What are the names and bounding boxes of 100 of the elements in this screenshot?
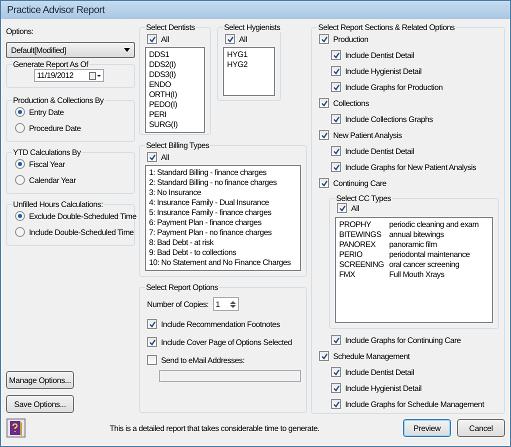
group-title: Production & Collections By — [12, 96, 105, 105]
list-item[interactable]: HYG1 — [227, 50, 271, 60]
checkbox[interactable] — [337, 203, 348, 213]
list-item[interactable]: 6: Payment Plan - finance charges — [149, 218, 298, 228]
checkbox[interactable] — [147, 152, 157, 162]
checkbox-label: Include Hygienist Detail — [345, 66, 422, 76]
cc-description: annual bitewings — [389, 230, 445, 240]
dialog-button[interactable]: Cancel — [457, 419, 505, 437]
radio-label: Entry Date — [29, 108, 64, 116]
list-item[interactable]: 5: Insurance Family - finance charges — [149, 208, 298, 218]
group-title: Select Billing Types — [145, 141, 210, 150]
list-item[interactable]: PERI — [149, 110, 201, 120]
list-item[interactable]: 3: No Insurance — [149, 188, 298, 198]
radio-label: Include Double-Scheduled Time — [29, 228, 134, 236]
cc-code[interactable]: FMX — [339, 270, 390, 280]
checkbox-label: All — [239, 34, 247, 44]
copies-spinner[interactable]: 1 — [212, 297, 239, 311]
checkbox[interactable] — [331, 50, 342, 60]
list-item[interactable]: 10: No Statement and No Finance Charges — [149, 258, 298, 268]
checkbox[interactable] — [331, 82, 342, 92]
dialog-button[interactable]: Preview — [403, 419, 451, 437]
group-title: Select Hygienists — [223, 23, 282, 32]
radio-label: Calendar Year — [29, 176, 76, 184]
checkbox[interactable] — [331, 383, 342, 393]
checkbox[interactable] — [319, 130, 330, 140]
email-field[interactable] — [159, 370, 302, 382]
dialog-button[interactable]: Save Options... — [6, 395, 74, 413]
cc-code[interactable]: BITEWINGS — [339, 230, 390, 240]
checkbox[interactable] — [331, 146, 342, 156]
checkbox[interactable] — [331, 335, 342, 345]
checkbox[interactable] — [319, 351, 330, 361]
help-book-icon[interactable] — [6, 418, 26, 438]
checkbox[interactable] — [225, 34, 235, 44]
group-title: Select CC Types — [335, 194, 392, 203]
checkbox[interactable] — [331, 162, 342, 172]
radio-button[interactable] — [15, 107, 25, 117]
cc-description: oral cancer screening — [389, 260, 460, 270]
checkbox-label: All — [161, 152, 169, 162]
group-title: Unfilled Hours Calculations: — [12, 200, 104, 209]
list-item[interactable]: 8: Bad Debt - at risk — [149, 238, 298, 248]
radio-label: Fiscal Year — [29, 160, 65, 168]
options-dropdown[interactable]: Default[Modified] — [6, 42, 135, 58]
group-title: Generate Report As Of — [12, 60, 90, 69]
list-item[interactable]: 7: Payment Plan - no finance charges — [149, 228, 298, 238]
checkbox-label: New Patient Analysis — [333, 130, 402, 140]
list-item[interactable]: 9: Bad Debt - to collections — [149, 248, 298, 258]
dialog-button[interactable]: Manage Options... — [6, 371, 74, 389]
checkbox[interactable] — [147, 337, 157, 347]
list-box[interactable]: DDS1 DDS2(I) DDS3(I) ENDO ORTH(I) PEDO(I) PERI SURG(I) — [145, 47, 205, 133]
radio-button[interactable] — [15, 211, 25, 221]
checkbox[interactable] — [319, 34, 330, 44]
copies-label: Number of Copies: — [147, 300, 209, 308]
list-box[interactable]: HYG1 HYG2 — [223, 47, 275, 96]
checkbox-label: Include Graphs for Continuing Care — [345, 336, 461, 344]
cc-description: Full Mouth Xrays — [389, 270, 446, 280]
window-title: Practice Advisor Report — [7, 4, 105, 16]
list-item[interactable]: 1: Standard Billing - finance charges — [149, 168, 298, 178]
checkbox[interactable] — [147, 355, 157, 365]
checkbox[interactable] — [331, 66, 342, 76]
checkbox-label: Include Cover Page of Options Selected — [161, 338, 292, 346]
radio-button[interactable] — [15, 175, 25, 185]
radio-button[interactable] — [15, 123, 25, 133]
cc-code[interactable]: PANOREX — [339, 240, 390, 250]
checkbox-label: Schedule Management — [333, 352, 410, 360]
list-box[interactable] — [145, 165, 302, 271]
checkbox[interactable] — [147, 34, 157, 44]
checkbox-label: Include Graphs for Schedule Management — [345, 400, 484, 408]
radio-button[interactable] — [15, 159, 25, 169]
list-item[interactable]: DDS1 — [149, 50, 201, 60]
list-item[interactable]: 4: Insurance Family - Dual Insurance — [149, 198, 298, 208]
checkbox-label: Include Dentist Detail — [345, 50, 414, 60]
checkbox[interactable] — [331, 399, 342, 409]
cc-code[interactable]: PERIO — [339, 250, 390, 260]
checkbox[interactable] — [331, 114, 342, 124]
list-item[interactable]: SURG(I) — [149, 120, 201, 130]
list-item[interactable]: ORTH(I) — [149, 90, 201, 100]
checkbox-label: Include Graphs for Production — [345, 82, 443, 92]
cc-code[interactable]: SCREENING — [339, 260, 390, 270]
list-item[interactable]: HYG2 — [227, 60, 271, 70]
radio-label: Exclude Double-Scheduled Time — [29, 212, 136, 220]
checkbox-label: Include Collections Graphs — [345, 114, 433, 124]
list-item[interactable]: ENDO — [149, 80, 201, 90]
radio-button[interactable] — [15, 227, 25, 237]
list-item[interactable]: 2: Standard Billing - no finance charges — [149, 178, 298, 188]
checkbox[interactable] — [147, 319, 157, 329]
list-item[interactable]: DDS3(I) — [149, 70, 201, 80]
group-title: Select Report Sections & Related Options — [317, 23, 456, 32]
cc-description: periodic cleaning and exam — [389, 220, 480, 230]
checkbox[interactable] — [319, 178, 330, 188]
list-item[interactable]: DDS2(I) — [149, 60, 201, 70]
date-field[interactable]: 11/19/2012 — [34, 69, 104, 82]
checkbox[interactable] — [319, 98, 330, 108]
cc-description: panoramic film — [389, 240, 438, 250]
list-box[interactable]: PROPHY periodic cleaning and exam BITEWINGS annual bitewings PANOREX panoramic film PERIO periodontal maintenance SCREENING oral cancer screening FMX Full Mouth Xrays — [335, 217, 493, 323]
cc-code[interactable]: PROPHY — [339, 220, 390, 230]
checkbox-label: Include Dentist Detail — [345, 368, 414, 376]
calendar-icon — [89, 72, 101, 80]
list-item[interactable]: PEDO(I) — [149, 100, 201, 110]
checkbox-label: All — [351, 204, 360, 212]
checkbox[interactable] — [331, 367, 342, 377]
